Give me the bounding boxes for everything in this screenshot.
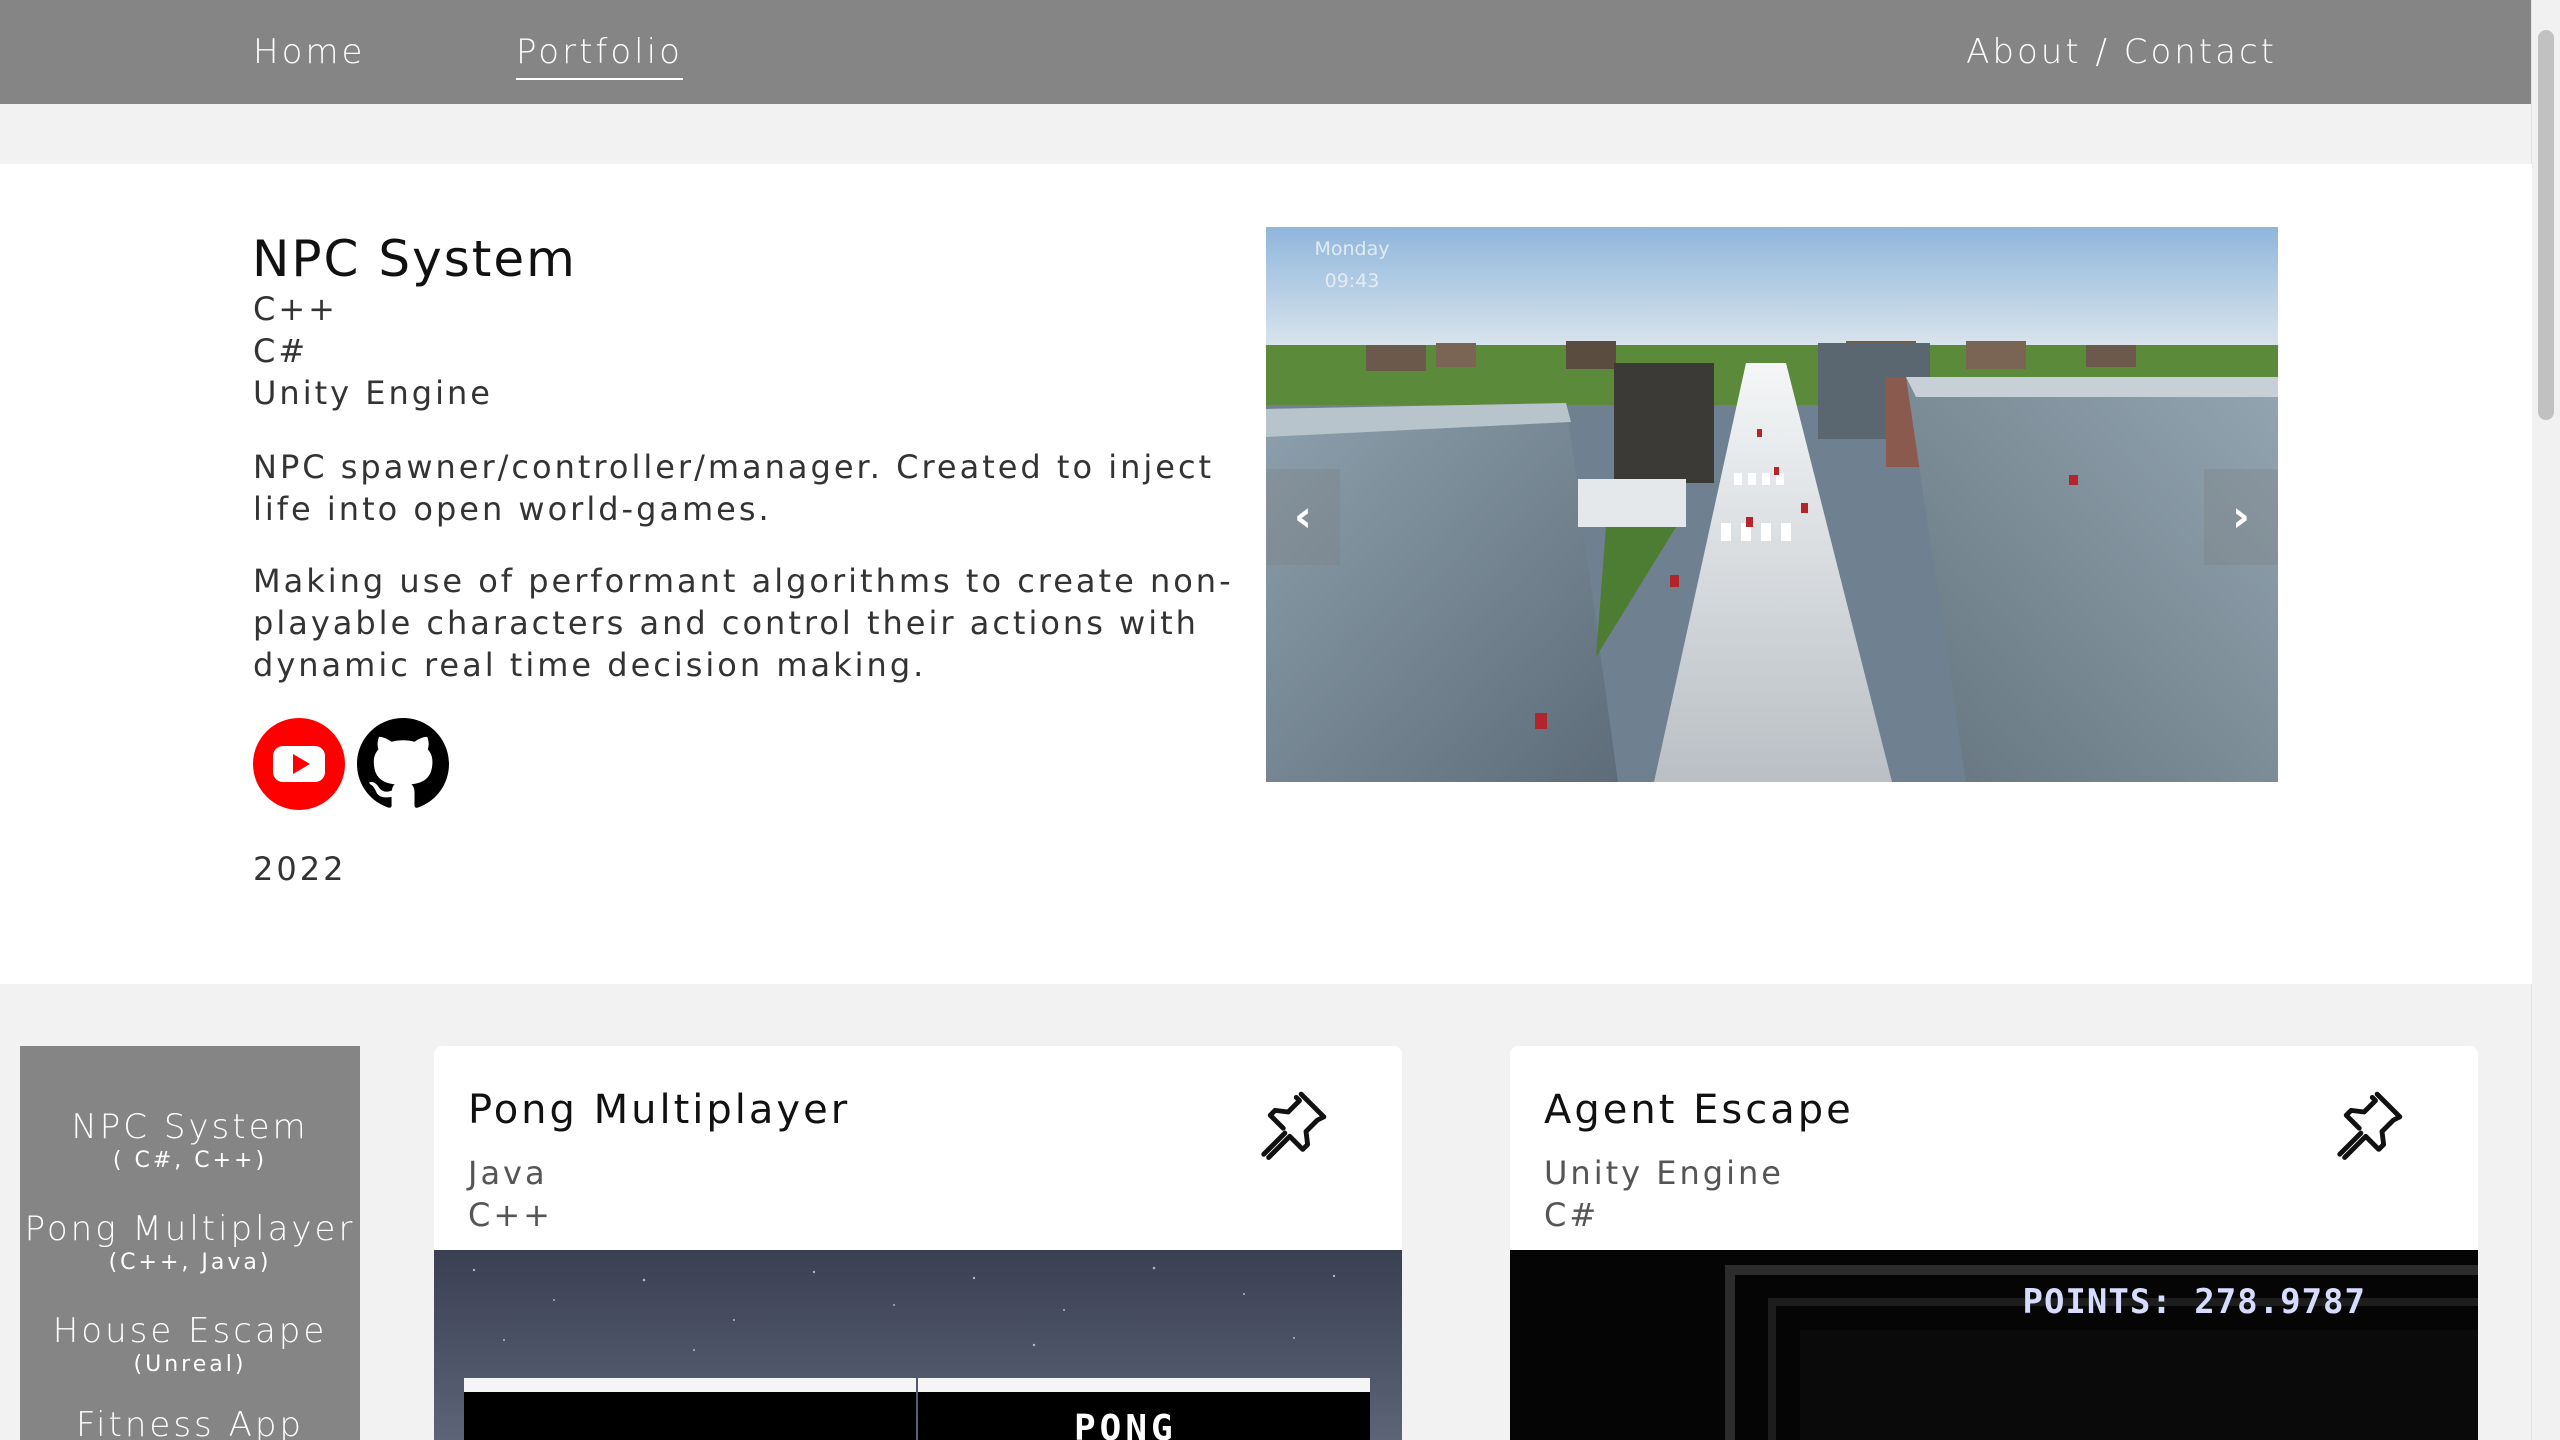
pin-icon[interactable] [2330,1086,2408,1164]
social-links [253,718,449,810]
overlay-time: 09:43 [1324,270,1380,292]
project-sidebar: NPC System ( C#, C++) Pong Multiplayer (… [20,1046,360,1440]
agent-escape-screenshot [1510,1250,2478,1440]
points-readout: POINTS: 278.9787 [2022,1282,2366,1322]
project-description: Making use of performant algorithms to c… [253,562,1234,684]
pin-icon[interactable] [1254,1086,1332,1164]
project-title: NPC System [252,230,577,288]
youtube-link[interactable] [253,718,345,810]
sidebar-item-name: House Escape [52,1311,328,1351]
sidebar-item-name: Pong Multiplayer [24,1209,356,1249]
card-tech: Unity Engine [1544,1154,1784,1192]
youtube-icon[interactable] [253,718,345,810]
project-image-carousel[interactable]: Monday 09:43 ‹ › [1266,227,2278,782]
carousel-image [1266,227,2278,782]
project-tech-list: C++ C# Unity Engine [253,288,493,414]
card-tech: C++ [468,1196,553,1234]
featured-project: NPC System C++ C# Unity Engine NPC spawn… [0,164,2532,984]
github-link[interactable] [357,718,449,810]
pong-screenshot [434,1250,1402,1440]
sidebar-item-tech: (Unreal) [133,1352,247,1377]
project-card-agent-escape[interactable]: Agent Escape Unity Engine C# POINTS: 278… [1510,1046,2478,1440]
sidebar-item-tech: ( C#, C++) [112,1148,268,1173]
nav-about-contact-link[interactable]: About / Contact [1966,28,2277,76]
sidebar-item-pong-multiplayer[interactable]: Pong Multiplayer (C++, Java) [20,1208,360,1276]
scrollbar-thumb[interactable] [2538,30,2554,420]
project-year: 2022 [253,850,347,888]
nav-home-link[interactable]: Home [253,28,365,76]
project-description: NPC spawner/controller/manager. Created … [253,448,1215,528]
card-tech: C# [1544,1196,1600,1234]
card-image: PONG [434,1250,1402,1440]
sidebar-item-npc-system[interactable]: NPC System ( C#, C++) [20,1106,360,1174]
card-image: POINTS: 278.9787 [1510,1250,2478,1440]
github-icon[interactable] [357,718,449,810]
sidebar-item-fitness-app[interactable]: Fitness App [20,1404,360,1440]
tech-item: C# [253,332,309,370]
carousel-next-button[interactable]: › [2204,469,2278,565]
page-scrollbar[interactable] [2531,0,2560,1440]
card-title: Pong Multiplayer [468,1087,851,1133]
carousel-overlay-clock: Monday 09:43 [1302,233,1402,297]
project-card-pong[interactable]: Pong Multiplayer Java C++ PONG [434,1046,1402,1440]
sidebar-item-name: Fitness App [76,1405,304,1440]
overlay-day: Monday [1314,238,1390,260]
tech-item: Unity Engine [253,374,493,412]
top-navbar: Home Portfolio About / Contact [0,0,2532,104]
pong-logo-text: PONG [1074,1408,1177,1440]
card-title: Agent Escape [1544,1087,1854,1133]
carousel-prev-button[interactable]: ‹ [1266,469,1340,565]
tech-item: C++ [253,290,338,328]
nav-portfolio-link[interactable]: Portfolio [516,28,683,80]
sidebar-item-tech: (C++, Java) [108,1250,272,1275]
card-tech: Java [468,1154,548,1192]
sidebar-item-name: NPC System [71,1107,309,1147]
sidebar-item-house-escape[interactable]: House Escape (Unreal) [20,1310,360,1378]
